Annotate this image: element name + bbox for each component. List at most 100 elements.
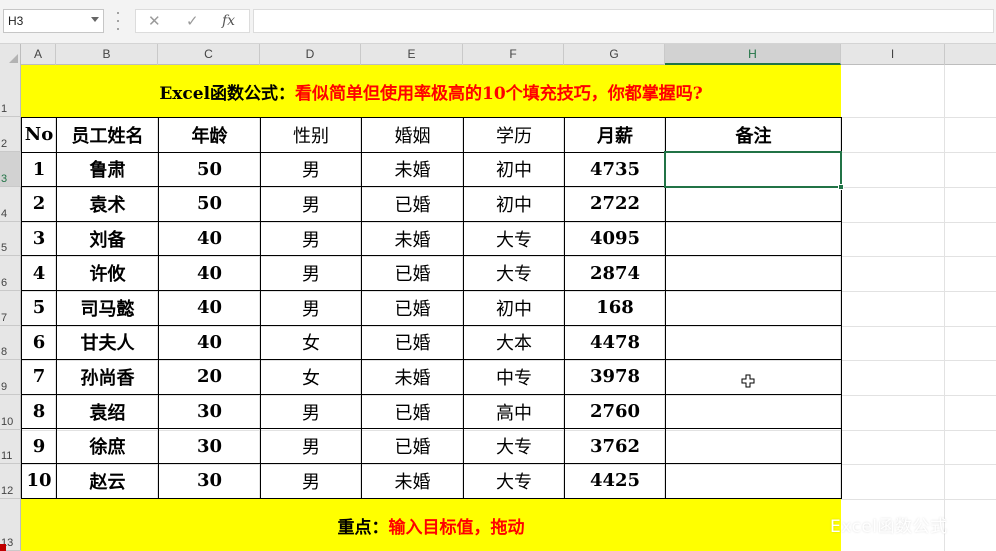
cell-gender[interactable]: 男: [260, 428, 362, 464]
cell-remarks[interactable]: [665, 289, 842, 326]
title-banner[interactable]: Excel函数公式： 看似简单但使用率极高的10个填充技巧，你都掌握吗?: [21, 65, 841, 117]
header-salary[interactable]: 月薪: [564, 117, 666, 153]
cell-name[interactable]: 许攸: [56, 255, 159, 291]
header-name[interactable]: 员工姓名: [56, 117, 159, 153]
cell-remarks[interactable]: [665, 186, 842, 222]
row-header-8[interactable]: 8: [0, 326, 21, 360]
cell-no[interactable]: 4: [21, 255, 57, 291]
cell-education[interactable]: 大本: [463, 324, 565, 361]
cell-name[interactable]: 徐庶: [56, 428, 159, 464]
cell-name[interactable]: 甘夫人: [56, 324, 159, 361]
cell-name[interactable]: 袁绍: [56, 393, 159, 430]
cell-marital[interactable]: 已婚: [361, 255, 464, 291]
cell-age[interactable]: 30: [158, 393, 261, 430]
cell-gender[interactable]: 女: [260, 324, 362, 361]
cell-salary[interactable]: 3762: [564, 428, 666, 464]
chevron-down-icon[interactable]: [91, 17, 99, 22]
cell-no[interactable]: 10: [21, 462, 57, 499]
column-header-b[interactable]: B: [56, 44, 158, 65]
cancel-icon[interactable]: ✕: [148, 12, 161, 30]
cell-marital[interactable]: 未婚: [361, 151, 464, 188]
column-header-e[interactable]: E: [361, 44, 463, 65]
cell-salary[interactable]: 168: [564, 289, 666, 326]
cell-gender[interactable]: 男: [260, 186, 362, 222]
cell-education[interactable]: 中专: [463, 359, 565, 395]
cell-education[interactable]: 大专: [463, 428, 565, 464]
cell-no[interactable]: 5: [21, 289, 57, 326]
header-gender[interactable]: 性别: [260, 117, 362, 153]
cell-remarks[interactable]: [665, 220, 842, 257]
column-header-c[interactable]: C: [158, 44, 260, 65]
cell-age[interactable]: 30: [158, 428, 261, 464]
column-header-g[interactable]: G: [564, 44, 665, 65]
name-box[interactable]: H3: [3, 9, 104, 33]
cell-education[interactable]: 初中: [463, 186, 565, 222]
row-header-2[interactable]: 2: [0, 117, 21, 152]
cell-age[interactable]: 50: [158, 186, 261, 222]
cell-remarks[interactable]: [665, 428, 842, 464]
column-header-i[interactable]: I: [841, 44, 945, 65]
cell-education[interactable]: 大专: [463, 462, 565, 499]
formula-input[interactable]: [253, 9, 994, 33]
cell-remarks[interactable]: [665, 151, 842, 188]
cell-no[interactable]: 8: [21, 393, 57, 430]
header-marital[interactable]: 婚姻: [361, 117, 464, 153]
cell-marital[interactable]: 未婚: [361, 462, 464, 499]
worksheet-grid[interactable]: Excel函数公式： 看似简单但使用率极高的10个填充技巧，你都掌握吗? No 员…: [21, 65, 996, 551]
cell-gender[interactable]: 男: [260, 151, 362, 188]
cell-salary[interactable]: 2722: [564, 186, 666, 222]
cell-salary[interactable]: 4478: [564, 324, 666, 361]
cell-education[interactable]: 初中: [463, 289, 565, 326]
column-header-h[interactable]: H: [665, 44, 841, 65]
enter-icon[interactable]: ✓: [186, 12, 199, 30]
cell-name[interactable]: 鲁肃: [56, 151, 159, 188]
cell-gender[interactable]: 男: [260, 289, 362, 326]
cell-remarks[interactable]: [665, 255, 842, 291]
cell-education[interactable]: 大专: [463, 220, 565, 257]
cell-no[interactable]: 7: [21, 359, 57, 395]
cell-no[interactable]: 2: [21, 186, 57, 222]
column-header-f[interactable]: F: [463, 44, 564, 65]
cell-salary[interactable]: 3978: [564, 359, 666, 395]
cell-age[interactable]: 40: [158, 289, 261, 326]
cell-education[interactable]: 大专: [463, 255, 565, 291]
cell-salary[interactable]: 2874: [564, 255, 666, 291]
header-remarks[interactable]: 备注: [665, 117, 842, 153]
cell-gender[interactable]: 女: [260, 359, 362, 395]
header-no[interactable]: No: [21, 117, 57, 153]
row-header-1[interactable]: 1: [0, 65, 21, 117]
cell-age[interactable]: 40: [158, 324, 261, 361]
row-header-5[interactable]: 5: [0, 222, 21, 256]
cell-marital[interactable]: 已婚: [361, 186, 464, 222]
cell-marital[interactable]: 未婚: [361, 359, 464, 395]
row-header-6[interactable]: 6: [0, 256, 21, 291]
cell-name[interactable]: 孙尚香: [56, 359, 159, 395]
header-age[interactable]: 年龄: [158, 117, 261, 153]
cell-age[interactable]: 40: [158, 220, 261, 257]
row-header-12[interactable]: 12: [0, 464, 21, 499]
cell-gender[interactable]: 男: [260, 255, 362, 291]
cell-name[interactable]: 司马懿: [56, 289, 159, 326]
cell-education[interactable]: 高中: [463, 393, 565, 430]
select-all-button[interactable]: [0, 44, 21, 65]
cell-marital[interactable]: 已婚: [361, 324, 464, 361]
cell-remarks[interactable]: [665, 462, 842, 499]
cell-gender[interactable]: 男: [260, 393, 362, 430]
cell-age[interactable]: 30: [158, 462, 261, 499]
insert-function-icon[interactable]: fx: [222, 13, 235, 29]
cell-no[interactable]: 3: [21, 220, 57, 257]
cell-marital[interactable]: 已婚: [361, 393, 464, 430]
cell-marital[interactable]: 已婚: [361, 428, 464, 464]
cell-name[interactable]: 赵云: [56, 462, 159, 499]
cell-education[interactable]: 初中: [463, 151, 565, 188]
cell-age[interactable]: 40: [158, 255, 261, 291]
cell-gender[interactable]: 男: [260, 462, 362, 499]
cell-name[interactable]: 袁术: [56, 186, 159, 222]
cell-gender[interactable]: 男: [260, 220, 362, 257]
row-header-9[interactable]: 9: [0, 360, 21, 395]
row-header-11[interactable]: 11: [0, 430, 21, 464]
cell-marital[interactable]: 已婚: [361, 289, 464, 326]
row-header-10[interactable]: 10: [0, 395, 21, 430]
cell-age[interactable]: 20: [158, 359, 261, 395]
cell-salary[interactable]: 4095: [564, 220, 666, 257]
